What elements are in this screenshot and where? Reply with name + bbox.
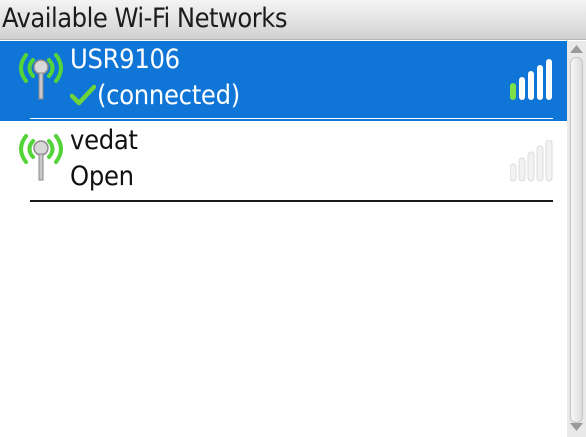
network-item-usr9106[interactable]: USR9106 (connected) xyxy=(0,41,567,121)
network-status: (connected) xyxy=(70,80,240,112)
arrow-up-icon[interactable] xyxy=(569,43,584,55)
wifi-antenna-icon xyxy=(19,53,63,100)
network-status-text: (connected) xyxy=(97,80,240,111)
scrollbar-thumb[interactable] xyxy=(570,57,583,423)
title-bar: Available Wi-Fi Networks xyxy=(0,0,586,40)
vertical-scrollbar[interactable] xyxy=(567,41,586,437)
network-name: USR9106 xyxy=(70,44,180,75)
row-divider xyxy=(30,200,553,202)
arrow-down-icon[interactable] xyxy=(569,421,584,433)
network-status-text: Open xyxy=(70,161,134,192)
checkmark-icon xyxy=(70,84,96,106)
network-name: vedat xyxy=(70,125,138,156)
network-list[interactable]: USR9106 (connected) vedat Open xyxy=(0,41,567,437)
signal-strength-icon xyxy=(510,59,552,100)
row-divider xyxy=(30,118,553,119)
signal-strength-icon xyxy=(510,140,553,182)
page-title: Available Wi-Fi Networks xyxy=(2,3,288,34)
wifi-antenna-icon xyxy=(19,134,63,181)
network-item-vedat[interactable]: vedat Open xyxy=(0,122,567,202)
